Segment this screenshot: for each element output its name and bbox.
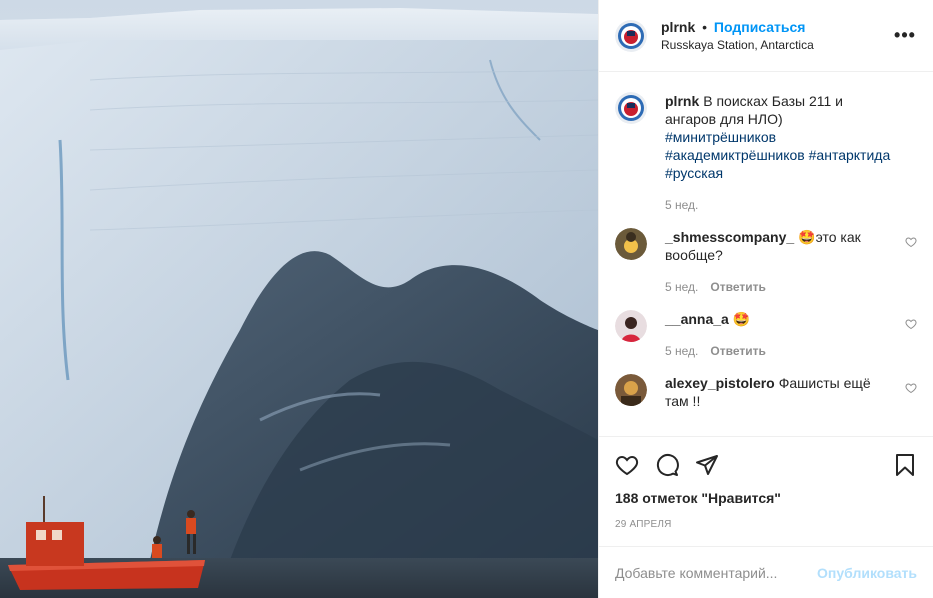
hashtag-link[interactable]: #антарктида	[809, 147, 891, 163]
separator-dot: •	[702, 18, 708, 35]
avatar[interactable]	[615, 92, 647, 124]
comment-username[interactable]: __anna_a	[665, 311, 729, 327]
add-comment-bar: Опубликовать	[599, 546, 933, 598]
bookmark-icon[interactable]	[893, 453, 917, 477]
comment-icon[interactable]	[655, 453, 679, 477]
icon-row	[615, 445, 917, 485]
reply-button[interactable]: Ответить	[710, 344, 765, 358]
heart-icon[interactable]	[615, 453, 639, 477]
comment-body: __anna_a 🤩 5 нед. Ответить	[665, 310, 917, 374]
comment-body: alexey_pistolero Фашисты ещё там !!	[665, 374, 917, 410]
iceberg-photo	[0, 0, 598, 598]
post-date[interactable]: 29 АПРЕЛЯ	[615, 519, 917, 530]
comment-time[interactable]: 5 нед.	[665, 344, 698, 358]
comment-message: 🤩	[732, 311, 751, 327]
likes-count[interactable]: 188 отметок "Нравится"	[615, 489, 917, 507]
comment-text: __anna_a 🤩	[665, 310, 893, 328]
caption: plrnk В поисках Базы 211 и ангаров для НЛ…	[615, 92, 917, 228]
avatar[interactable]	[615, 310, 647, 342]
hashtag-link[interactable]: #минитрёшников	[665, 129, 776, 145]
author-avatar[interactable]	[615, 19, 647, 52]
heart-icon[interactable]	[905, 318, 917, 330]
comment-text: alexey_pistolero Фашисты ещё там !!	[665, 374, 893, 410]
comment-item: _shmesscompany_ 🤩это как вообще? 5 нед. О…	[615, 228, 917, 310]
reply-button[interactable]: Ответить	[710, 280, 765, 294]
comment-item: alexey_pistolero Фашисты ещё там !!	[615, 374, 917, 410]
heart-icon[interactable]	[905, 382, 917, 394]
heart-icon[interactable]	[905, 236, 917, 248]
caption-body: plrnk В поисках Базы 211 и ангаров для НЛ…	[665, 92, 917, 228]
author-username[interactable]: plrnk	[661, 19, 695, 35]
comment-username[interactable]: alexey_pistolero	[665, 375, 775, 391]
post-location[interactable]: Russkaya Station, Antarctica	[661, 37, 893, 53]
caption-username[interactable]: plrnk	[665, 93, 699, 109]
post-header: plrnk • Подписаться Russkaya Station, An…	[599, 0, 933, 72]
caption-meta: 5 нед.	[665, 198, 893, 212]
hashtag-link[interactable]: #академиктрёшников	[665, 147, 805, 163]
comment-meta: 5 нед. Ответить	[665, 280, 893, 294]
comment-time[interactable]: 5 нед.	[665, 280, 698, 294]
post-photo[interactable]	[0, 0, 598, 598]
comment-time[interactable]: 5 нед.	[665, 198, 698, 212]
comments-list: plrnk В поисках Базы 211 и ангаров для НЛ…	[599, 72, 933, 436]
comment-input[interactable]	[615, 564, 818, 581]
follow-button[interactable]: Подписаться	[714, 19, 806, 35]
comment-item: __anna_a 🤩 5 нед. Ответить	[615, 310, 917, 374]
avatar[interactable]	[615, 228, 647, 260]
instagram-post: plrnk • Подписаться Russkaya Station, An…	[0, 0, 933, 598]
more-options-icon[interactable]: •••	[893, 25, 917, 46]
share-icon[interactable]	[695, 453, 719, 477]
caption-text: plrnk В поисках Базы 211 и ангаров для НЛ…	[665, 92, 893, 182]
comment-body: _shmesscompany_ 🤩это как вообще? 5 нед. О…	[665, 228, 917, 310]
avatar[interactable]	[615, 374, 647, 406]
post-panel: plrnk • Подписаться Russkaya Station, An…	[598, 0, 933, 598]
comment-username[interactable]: _shmesscompany_	[665, 229, 794, 245]
header-text: plrnk • Подписаться Russkaya Station, An…	[661, 19, 893, 53]
hashtag-link[interactable]: #русская	[665, 165, 723, 181]
comment-meta: 5 нед. Ответить	[665, 344, 893, 358]
comment-text: _shmesscompany_ 🤩это как вообще?	[665, 228, 893, 264]
publish-button[interactable]: Опубликовать	[817, 565, 917, 581]
action-bar: 188 отметок "Нравится" 29 АПРЕЛЯ	[599, 436, 933, 546]
